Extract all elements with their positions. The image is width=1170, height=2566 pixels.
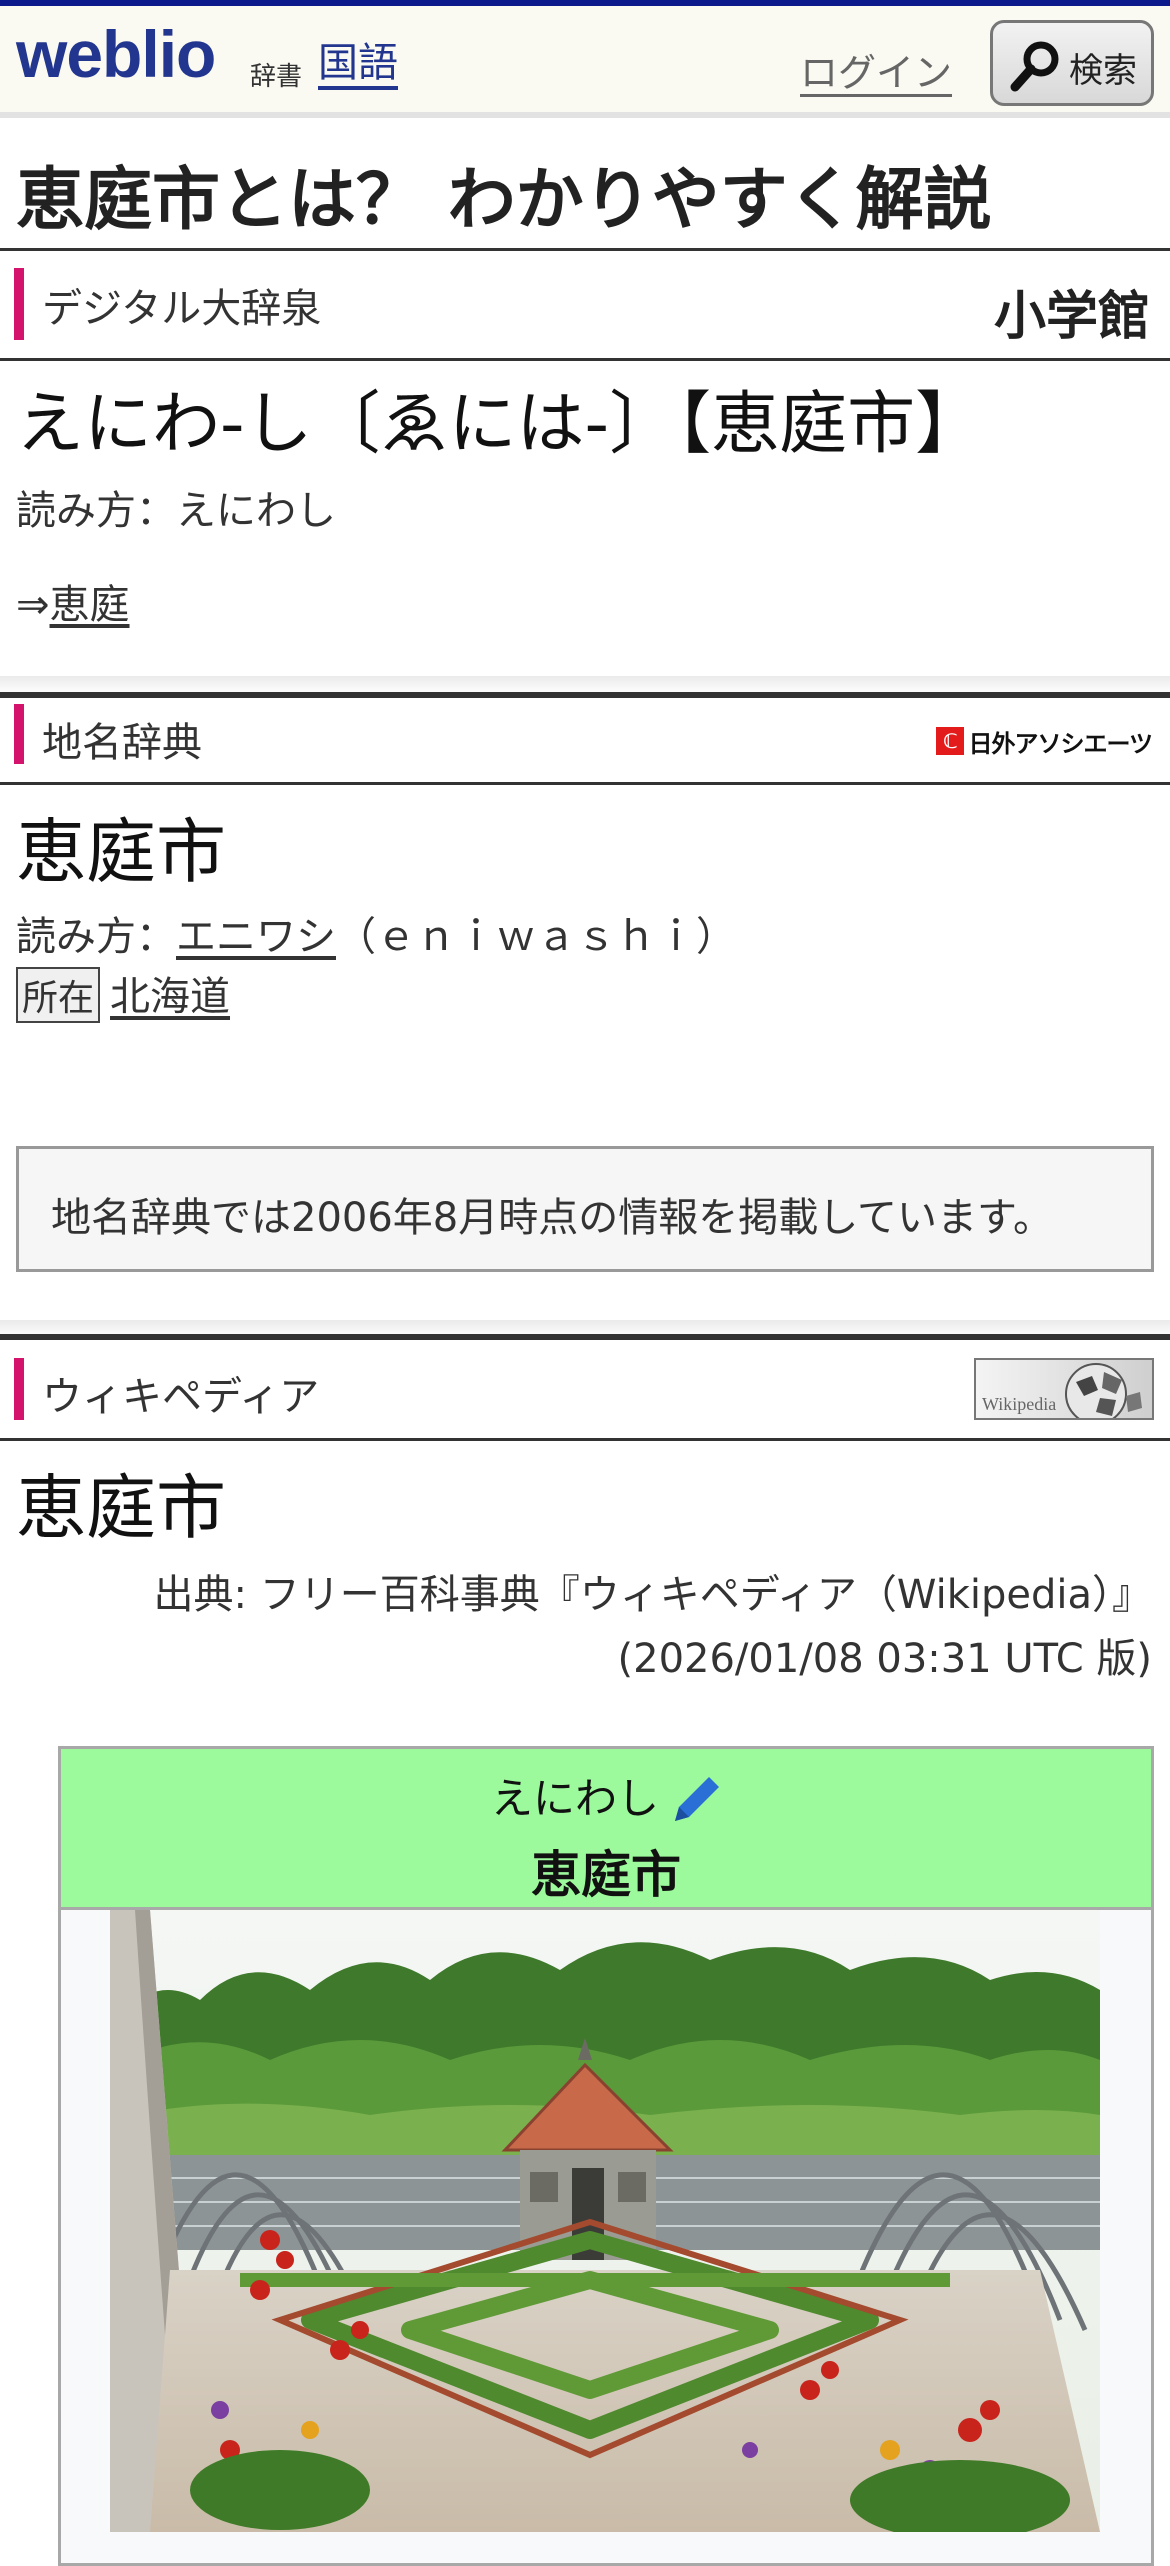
search-button[interactable]: 検索 — [990, 20, 1154, 106]
wikipedia-source-line: 出典: フリー百科事典『ウィキペディア（Wikipedia）』 — [153, 1572, 1152, 1618]
reading-label: 読み方： — [16, 914, 176, 960]
nichigai-mark: ℂ — [936, 727, 965, 755]
section-title-wikipedia: ウィキペディア — [42, 1374, 320, 1420]
search-icon — [1010, 41, 1059, 92]
location-tag: 所在 — [16, 967, 101, 1023]
header-divider — [0, 112, 1170, 118]
notice-text: 地名辞典では2006年8月時点の情報を掲載しています。 — [51, 1195, 1054, 1241]
section-divider — [0, 1438, 1170, 1441]
eniwa-garden-photo[interactable] — [110, 1910, 1100, 2532]
crossref-link-eniwa[interactable]: 恵庭 — [50, 582, 130, 628]
page-title: 恵庭市とは？ わかりやすく解説 — [16, 161, 992, 240]
weblio-logo[interactable]: weblio — [16, 16, 216, 92]
section-divider — [0, 248, 1170, 251]
reading-romanization: （ｅｎｉｗａｓｈｉ） — [336, 914, 736, 960]
wikipedia-headword: 恵庭市 — [16, 1467, 226, 1549]
chimei-reading: 読み方：エニワシ（ｅｎｉｗａｓｈｉ） — [16, 904, 736, 962]
search-button-label: 検索 — [1069, 51, 1137, 91]
section-title-chimei: 地名辞典 — [42, 720, 202, 766]
section-divider — [0, 358, 1170, 361]
section-divider — [0, 692, 1170, 698]
wikipedia-logo[interactable]: Wikipedia — [974, 1358, 1154, 1420]
shogakukan-logo[interactable]: 小学館 — [994, 274, 1150, 349]
nav-kokugo-link[interactable]: 国語 — [318, 30, 398, 88]
section-accent-bar — [14, 704, 24, 764]
crossref-arrow: ⇒ — [16, 582, 50, 628]
infobox-header: えにわし 恵庭市 — [61, 1749, 1151, 1910]
infobox-title: 恵庭市 — [531, 1846, 681, 1904]
wikipedia-logo-text: Wikipedia — [982, 1394, 1057, 1414]
section-divider — [0, 1334, 1170, 1340]
wikipedia-version-line: (2026/01/08 03:31 UTC 版) — [617, 1636, 1152, 1682]
infobox-kana: えにわし — [491, 1774, 660, 1823]
section-divider — [0, 782, 1170, 785]
notice-box: 地名辞典では2006年8月時点の情報を掲載しています。 — [16, 1146, 1154, 1272]
daijisen-headword: えにわ‐し〔ゑには‐〕【恵庭市】 — [16, 385, 984, 464]
daijisen-reading: 読み方：えにわし — [16, 488, 336, 534]
chimei-headword: 恵庭市 — [16, 811, 226, 893]
section-title-daijisen: デジタル大辞泉 — [42, 286, 322, 332]
top-bar: weblio 辞書 国語 ログイン 検索 — [0, 0, 1170, 112]
section-accent-bar — [14, 268, 24, 340]
garden-photo-image — [110, 1910, 1100, 2532]
section-accent-bar — [14, 1358, 24, 1420]
location-link-hokkaido[interactable]: 北海道 — [110, 974, 230, 1020]
nichigai-logo[interactable]: ℂ 日外アソシエーツ — [936, 724, 1153, 758]
login-link[interactable]: ログイン — [800, 42, 952, 97]
chimei-location: 所在 北海道 — [16, 964, 230, 1023]
logo-sub-label: 辞書 — [250, 62, 303, 92]
nichigai-logo-text: 日外アソシエーツ — [968, 729, 1153, 758]
reading-link-eniwashi[interactable]: エニワシ — [176, 914, 336, 960]
edit-pencil-icon[interactable] — [667, 1769, 727, 1829]
daijisen-crossref: ⇒恵庭 — [16, 572, 130, 630]
